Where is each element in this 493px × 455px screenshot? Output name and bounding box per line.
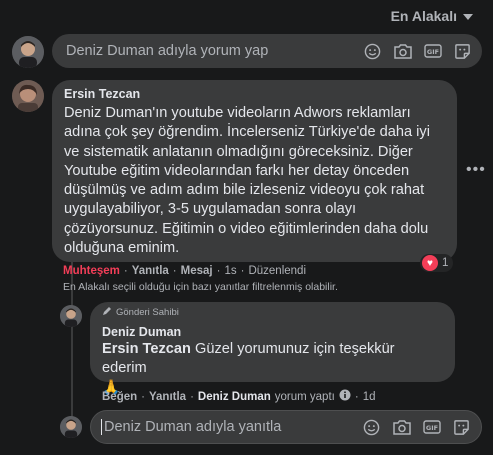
reply-composer-avatar[interactable] [60,416,82,438]
comment-line: Youtube eğitim videolarından farkı her d… [64,162,410,179]
comment-composer[interactable]: Deniz Duman adıyla yorum yap GIF [52,34,482,68]
reply-bubble: Gönderi Sahibi Deniz Duman Ersin Tezcan … [90,302,455,396]
reaction-count: 1 [442,257,449,269]
emoji-icon[interactable] [362,418,381,437]
comment-author[interactable]: Ersin Tezcan [64,87,445,101]
user-avatar[interactable] [12,36,44,68]
sort-label: En Alakalı [390,8,457,24]
info-icon[interactable] [339,389,351,404]
sticker-icon[interactable] [452,418,471,437]
reply-author[interactable]: Deniz Duman [102,325,443,339]
commenter-avatar[interactable] [12,80,44,112]
pencil-icon [102,306,112,319]
reply-reply-button[interactable]: Yanıtla [149,391,186,403]
comment-line: adına çok şey öğrendim. İncelerseniz Tür… [64,124,430,141]
mention-link[interactable]: Ersin Tezcan [102,341,191,357]
emoji-icon[interactable] [363,42,382,61]
posted-label: yorum yaptı [274,390,335,403]
comment-line: Deniz Duman'ın youtube videoların Adwors… [64,105,411,121]
filter-notice: En Alakalı seçili olduğu için bazı yanıt… [63,281,338,293]
comment-input[interactable]: Deniz Duman adıyla yorum yap [66,43,363,59]
author-badge-label: Gönderi Sahibi [116,307,179,318]
edited-label[interactable]: Düzenlendi [248,265,306,277]
camera-icon[interactable] [392,418,411,437]
comment-line: çözüyorsunuz. Eğitimin o video eğitimler… [64,220,429,237]
reply-composer[interactable]: Deniz Duman adıyla yanıtla GIF [90,410,482,444]
comment-line: ve sistematik anlatanın olmadığını görec… [64,143,413,160]
comment-actions: Muhteşem · Yanıtla · Mesaj · 1s · Düzenl… [63,265,306,277]
love-reaction-icon: ♥ [422,255,438,271]
reply-avatar[interactable] [60,305,82,327]
svg-text:GIF: GIF [426,48,438,56]
reply-button[interactable]: Yanıtla [132,265,169,277]
gif-icon[interactable]: GIF [423,42,442,61]
more-options-icon[interactable]: ••• [466,161,486,179]
svg-text:GIF: GIF [425,424,437,432]
comment-line: olduğuna eminim. [64,240,180,257]
reply-time[interactable]: 1d [363,391,376,403]
comment-text: Deniz Duman'ın youtube videoların Adwors… [64,104,445,258]
reply-input[interactable]: Deniz Duman adıyla yanıtla [101,419,362,435]
reply-actions: Beğen · Yanıtla · Deniz Duman yorum yapt… [102,389,376,404]
reply-actor[interactable]: Deniz Duman [198,391,271,403]
caret-down-icon [463,8,473,24]
message-button[interactable]: Mesaj [181,265,213,277]
reaction-summary[interactable]: ♥ 1 [420,254,454,272]
love-reaction-button[interactable]: Muhteşem [63,265,120,277]
sticker-icon[interactable] [453,42,472,61]
author-badge: Gönderi Sahibi [102,306,443,319]
camera-icon[interactable] [393,42,412,61]
comment-line: uygulayabiliyor, 3-5 uygulamadan sonra o… [64,201,357,218]
comment-time[interactable]: 1s [224,265,236,277]
comment-line: düşülmüş ve adım adım bile izleseniz vid… [64,182,425,199]
gif-icon[interactable]: GIF [422,418,441,437]
comment-bubble: Ersin Tezcan Deniz Duman'ın youtube vide… [52,80,457,262]
like-button[interactable]: Beğen [102,391,137,403]
sort-dropdown[interactable]: En Alakalı [391,8,473,24]
